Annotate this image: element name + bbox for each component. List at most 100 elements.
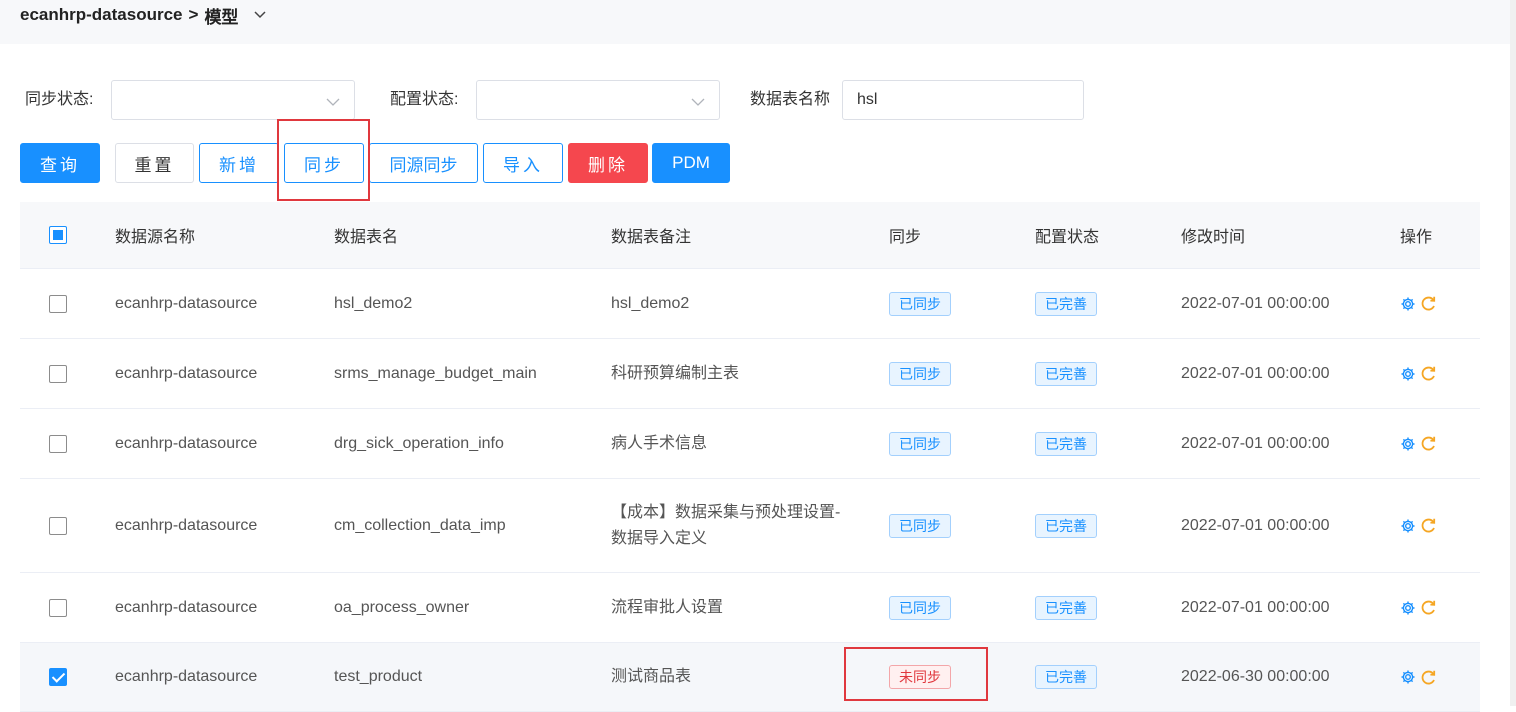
filter-bar: 同步状态: 配置状态: 数据表名称: [0, 80, 1200, 120]
cell-remark: 测试商品表: [611, 668, 692, 685]
cell-remark: 【成本】数据采集与预处理设置-数据导入定义: [611, 503, 841, 547]
breadcrumb-datasource[interactable]: ecanhrp-datasource: [20, 5, 183, 25]
sync-status-select[interactable]: [111, 80, 355, 120]
cell-datasource: ecanhrp-datasource: [115, 434, 258, 452]
cell-table-name: oa_process_owner: [334, 598, 470, 616]
cell-datasource: ecanhrp-datasource: [115, 294, 258, 312]
scrollbar[interactable]: [1510, 0, 1516, 706]
cell-remark: 病人手术信息: [611, 434, 708, 452]
cell-modified-time: 2022-07-01 00:00:00: [1181, 364, 1330, 382]
table-row[interactable]: ecanhrp-datasource srms_manage_budget_ma…: [20, 339, 1480, 409]
row-checkbox[interactable]: [49, 364, 67, 383]
config-status-select[interactable]: [476, 80, 720, 120]
query-button[interactable]: 查询: [20, 143, 100, 183]
refresh-icon[interactable]: [1420, 517, 1437, 534]
delete-button[interactable]: 删除: [568, 143, 648, 183]
sync-status-badge: 已同步: [889, 361, 951, 386]
sync-status-badge: 已同步: [889, 595, 951, 620]
table-row[interactable]: ecanhrp-datasource test_product 测试商品表 未同…: [20, 643, 1480, 712]
cell-table-name: cm_collection_data_imp: [334, 516, 506, 534]
row-actions: [1400, 409, 1437, 478]
config-status-badge: 已完善: [1035, 513, 1097, 538]
row-checkbox[interactable]: [49, 598, 67, 617]
config-status-badge: 已完善: [1035, 291, 1097, 316]
config-status-badge: 已完善: [1035, 431, 1097, 456]
cell-remark: 科研预算编制主表: [611, 364, 740, 382]
sync-status-label: 同步状态:: [25, 91, 94, 108]
sync-status-badge: 已同步: [889, 513, 951, 538]
import-button[interactable]: 导入: [483, 143, 563, 183]
breadcrumb: ecanhrp-datasource > 模型: [20, 4, 266, 27]
column-header: 数据源名称: [115, 229, 196, 246]
reset-button[interactable]: 重置: [115, 143, 194, 183]
gear-icon[interactable]: [1400, 436, 1416, 452]
breadcrumb-separator: >: [188, 5, 199, 24]
column-header: 同步: [889, 229, 922, 246]
table-row[interactable]: ecanhrp-datasource oa_process_owner 流程审批…: [20, 573, 1480, 643]
row-checkbox[interactable]: [49, 434, 67, 453]
select-all-checkbox[interactable]: [49, 226, 67, 244]
cell-datasource: ecanhrp-datasource: [115, 598, 258, 616]
chevron-down-icon: [691, 94, 705, 112]
cell-datasource: ecanhrp-datasource: [115, 516, 258, 534]
gear-icon[interactable]: [1400, 600, 1416, 616]
refresh-icon[interactable]: [1420, 365, 1437, 382]
table-name-label: 数据表名称: [750, 91, 831, 108]
refresh-icon[interactable]: [1420, 599, 1437, 616]
column-header: 数据表名: [334, 229, 399, 246]
row-actions: [1400, 339, 1437, 408]
gear-icon[interactable]: [1400, 296, 1416, 312]
row-actions: [1400, 479, 1437, 572]
column-header: 配置状态: [1035, 229, 1100, 246]
sync-status-badge: 已同步: [889, 291, 951, 316]
refresh-icon[interactable]: [1420, 295, 1437, 312]
cell-modified-time: 2022-07-01 00:00:00: [1181, 516, 1330, 534]
chevron-down-icon: [326, 94, 340, 112]
column-header: 修改时间: [1181, 229, 1246, 246]
cell-datasource: ecanhrp-datasource: [115, 668, 258, 685]
chevron-down-icon[interactable]: [254, 11, 266, 19]
cell-remark: hsl_demo2: [611, 294, 690, 312]
table-row[interactable]: ecanhrp-datasource hsl_demo2 hsl_demo2 已…: [20, 269, 1480, 339]
config-status-badge: 已完善: [1035, 665, 1097, 689]
config-status-badge: 已完善: [1035, 595, 1097, 620]
row-checkbox[interactable]: [49, 294, 67, 313]
model-table: 数据源名称 数据表名 数据表备注 同步 配置状态 修改时间 操作 ecanhrp…: [20, 202, 1480, 712]
gear-icon[interactable]: [1400, 518, 1416, 534]
table-row[interactable]: ecanhrp-datasource cm_collection_data_im…: [20, 479, 1480, 573]
gear-icon[interactable]: [1400, 669, 1416, 685]
cell-modified-time: 2022-07-01 00:00:00: [1181, 434, 1330, 452]
cell-datasource: ecanhrp-datasource: [115, 364, 258, 382]
add-button[interactable]: 新增: [199, 143, 279, 183]
table-name-input[interactable]: [842, 80, 1084, 120]
cell-modified-time: 2022-07-01 00:00:00: [1181, 598, 1330, 616]
row-actions: [1400, 269, 1437, 338]
cell-table-name: hsl_demo2: [334, 294, 413, 312]
header-bar: ecanhrp-datasource > 模型: [0, 0, 1510, 44]
table-header: 数据源名称 数据表名 数据表备注 同步 配置状态 修改时间 操作: [20, 202, 1480, 269]
refresh-icon[interactable]: [1420, 435, 1437, 452]
cell-table-name: drg_sick_operation_info: [334, 434, 504, 452]
row-actions: [1400, 573, 1437, 642]
column-header: 操作: [1400, 229, 1433, 246]
row-checkbox[interactable]: [49, 516, 67, 535]
cell-modified-time: 2022-07-01 00:00:00: [1181, 294, 1330, 312]
gear-icon[interactable]: [1400, 366, 1416, 382]
column-header: 数据表备注: [611, 229, 692, 246]
sync-status-badge: 已同步: [889, 431, 951, 456]
config-status-label: 配置状态:: [390, 91, 459, 108]
breadcrumb-current: 模型: [204, 7, 239, 27]
row-actions: [1400, 643, 1437, 711]
pdm-button[interactable]: PDM: [652, 143, 730, 183]
same-source-sync-button[interactable]: 同源同步: [369, 143, 478, 183]
cell-table-name: srms_manage_budget_main: [334, 364, 537, 382]
row-checkbox[interactable]: [49, 668, 67, 686]
config-status-badge: 已完善: [1035, 361, 1097, 386]
unsynced-badge-highlight: [844, 647, 988, 701]
refresh-icon[interactable]: [1420, 669, 1437, 686]
table-row[interactable]: ecanhrp-datasource drg_sick_operation_in…: [20, 409, 1480, 479]
sync-button-highlight: [277, 119, 370, 201]
cell-remark: 流程审批人设置: [611, 598, 724, 616]
cell-modified-time: 2022-06-30 00:00:00: [1181, 668, 1330, 685]
cell-table-name: test_product: [334, 668, 423, 685]
